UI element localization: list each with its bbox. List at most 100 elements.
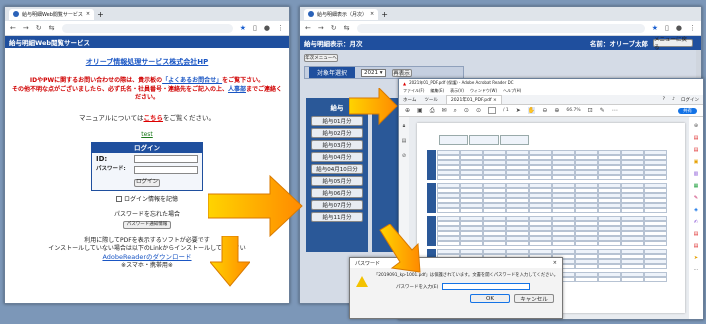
url-field[interactable]	[356, 23, 645, 33]
annotate-icon[interactable]: ✎	[600, 107, 605, 114]
bookmark-star-icon[interactable]: ★	[652, 24, 658, 32]
dialog-cancel-button[interactable]: キャンセル	[514, 294, 554, 303]
menu-return-button[interactable]: メニューに戻る	[653, 37, 693, 51]
close-tab-icon[interactable]: ×	[86, 11, 90, 17]
redact-icon[interactable]: ▤	[694, 231, 699, 237]
profile-icon[interactable]: ●	[264, 24, 270, 32]
month-button-6[interactable]: 給与05月分	[311, 176, 363, 186]
test-link[interactable]: test	[11, 131, 283, 139]
back-icon[interactable]: ←	[305, 24, 311, 32]
pdf-cell	[621, 264, 644, 269]
email-icon[interactable]: ✉	[442, 107, 447, 114]
dialog-close-icon[interactable]: ×	[553, 260, 557, 266]
sidebar-icon[interactable]: ▯	[253, 24, 257, 32]
tab-document[interactable]: 2021年01_PDF.pdf ×	[445, 94, 502, 105]
acrobat-menu-item-2[interactable]: 編集(E)	[430, 88, 444, 94]
faq-link[interactable]: 「よくあるお問合せ」	[162, 77, 222, 84]
menu-icon[interactable]: ⋮	[277, 24, 284, 32]
profile-icon[interactable]: ●	[676, 24, 682, 32]
combine-files-icon[interactable]: ▥	[694, 171, 699, 177]
select-cursor-icon[interactable]: ➤	[516, 107, 521, 114]
sidebar-icon[interactable]: ▯	[665, 24, 669, 32]
tab-home[interactable]: ホーム	[403, 97, 416, 103]
pdf-header-cell	[499, 135, 529, 145]
dialog-password-input[interactable]	[442, 283, 531, 290]
acrobat-menu-item-3[interactable]: 表示(V)	[450, 88, 464, 94]
create-pdf-icon[interactable]: ▤	[694, 147, 699, 153]
protect-icon[interactable]: ◈	[694, 207, 698, 213]
create-icon[interactable]: ⊕	[405, 107, 410, 114]
month-button-3[interactable]: 給与03月分	[311, 140, 363, 150]
acrobat-login-link[interactable]: ログイン	[681, 97, 699, 103]
month-button-5[interactable]: 給与04月10日分	[311, 164, 363, 174]
hand-tool-icon[interactable]: ✋	[527, 107, 536, 114]
forgot-password-button[interactable]: パスワード通知情報	[123, 220, 171, 229]
url-field[interactable]	[61, 23, 233, 33]
fit-page-icon[interactable]: ⊡	[588, 107, 593, 114]
acrobat-menu-item-5[interactable]: ヘルプ(H)	[503, 88, 521, 94]
acrobat-menu-item-4[interactable]: ウィンドウ(W)	[470, 88, 497, 94]
dialog-ok-button[interactable]: OK	[470, 294, 510, 303]
month-button-9[interactable]: 給与11月分	[311, 212, 363, 222]
remember-checkbox[interactable]	[116, 196, 123, 203]
login-button[interactable]: ログイン	[134, 178, 160, 187]
prev-page-icon[interactable]: ⊙	[464, 107, 469, 114]
pdf-row	[437, 208, 667, 213]
page-thumbnails-icon[interactable]: ▤	[402, 138, 407, 144]
new-tab-icon[interactable]: +	[97, 10, 104, 19]
browser-tab-login[interactable]: 給与明細Web閲覧サービス ×	[9, 8, 95, 20]
zoom-out-icon[interactable]: ⊖	[542, 107, 547, 114]
id-input[interactable]	[134, 155, 198, 164]
save-icon[interactable]: ▣	[417, 107, 423, 114]
month-button-7[interactable]: 給与06月分	[311, 188, 363, 198]
zoom-tool-icon[interactable]: ⊕	[694, 123, 698, 129]
forward-icon[interactable]: →	[318, 24, 324, 32]
zoom-in-icon[interactable]: ⊕	[554, 107, 559, 114]
reload-icon[interactable]: ↻	[36, 24, 42, 32]
zoom-level[interactable]: 66.7%	[566, 108, 580, 113]
tab-tools[interactable]: ツール	[424, 97, 438, 103]
next-page-icon[interactable]: ⊙	[476, 107, 481, 114]
month-button-8[interactable]: 給与07月分	[311, 200, 363, 210]
pw-row: パスワード:	[92, 166, 202, 176]
lock-icon[interactable]: 🔒︎	[403, 123, 406, 129]
acrobat-menu-item-1[interactable]: ファイル(F)	[403, 88, 424, 94]
pdf-cell	[644, 208, 667, 213]
more-tools-icon[interactable]: ⋯	[612, 107, 618, 114]
menu-icon[interactable]: ⋮	[689, 24, 696, 32]
more-icon[interactable]: ⋯	[694, 267, 699, 273]
password-input[interactable]	[134, 166, 198, 175]
fill-sign-icon[interactable]: ✍	[694, 219, 698, 225]
id-row: ID:	[92, 153, 202, 166]
new-tab-icon[interactable]: +	[381, 10, 388, 19]
site-info-icon[interactable]: ⇆	[49, 24, 55, 32]
reload-icon[interactable]: ↻	[331, 24, 337, 32]
annual-menu-button[interactable]: 年次メニューへ	[304, 54, 338, 62]
export-pdf-icon[interactable]: ▤	[694, 135, 699, 141]
month-button-2[interactable]: 給与02月分	[311, 128, 363, 138]
print-icon[interactable]: ⎙	[430, 107, 435, 115]
organize-pages-icon[interactable]: ▦	[694, 183, 699, 189]
edit-pdf-icon[interactable]: ✎	[694, 195, 698, 201]
manual-link[interactable]: こちら	[143, 114, 163, 122]
bookmark-star-icon[interactable]: ★	[240, 24, 246, 32]
site-info-icon[interactable]: ⇆	[344, 24, 350, 32]
back-icon[interactable]: ←	[10, 24, 16, 32]
month-button-4[interactable]: 給与04月分	[311, 152, 363, 162]
redisplay-button[interactable]: 再表示	[391, 68, 412, 77]
send-icon[interactable]: ➤	[694, 255, 698, 261]
scan-icon[interactable]: ▤	[694, 243, 699, 249]
attachment-icon[interactable]: ⊘	[402, 153, 406, 159]
browser-tab-payslip[interactable]: 給与明細表示（月次） ×	[304, 8, 379, 20]
hr-link[interactable]: 人事部	[228, 86, 246, 93]
year-select[interactable]: 2021 ▾	[361, 68, 386, 77]
company-link[interactable]: オリーブ情報処理サービス株式会社HP	[11, 58, 283, 67]
page-number-field[interactable]	[487, 107, 496, 114]
search-icon[interactable]: ⌕	[454, 107, 457, 115]
close-tab-icon[interactable]: ×	[370, 11, 374, 17]
comment-icon[interactable]: ▣	[694, 159, 699, 165]
forward-icon[interactable]: →	[23, 24, 29, 32]
share-button[interactable]: 共有	[678, 107, 697, 114]
notification-icon[interactable]: ♪	[672, 97, 675, 102]
help-icon[interactable]: ?	[663, 97, 665, 102]
